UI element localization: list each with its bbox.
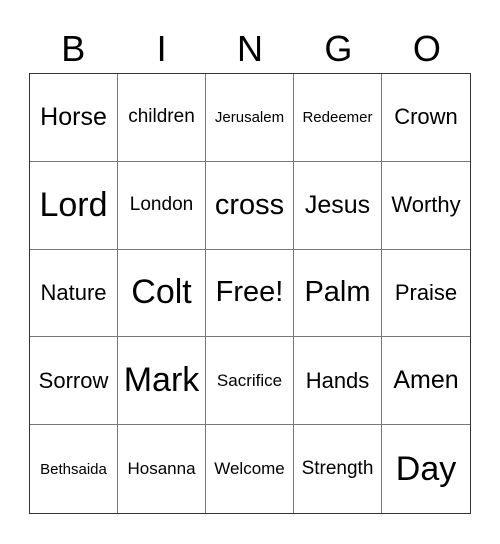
header-letter-g: G <box>324 28 353 69</box>
bingo-cell[interactable]: Crown <box>382 74 470 162</box>
bingo-header: B I N G O <box>29 26 471 72</box>
bingo-cell[interactable]: Lord <box>30 161 118 250</box>
bingo-cell[interactable]: Sorrow <box>30 337 118 426</box>
bingo-cell[interactable]: Day <box>382 425 470 513</box>
bingo-cell[interactable]: Horse <box>30 74 118 162</box>
bingo-cell[interactable]: Colt <box>118 249 206 338</box>
bingo-cell[interactable]: Free! <box>206 249 294 338</box>
bingo-cell[interactable]: cross <box>206 161 294 250</box>
bingo-cell[interactable]: Praise <box>382 250 470 338</box>
header-letter-o: O <box>412 28 441 69</box>
header-letter-i: I <box>156 28 167 69</box>
bingo-cell[interactable]: Nature <box>30 249 118 338</box>
bingo-cell[interactable]: Strength <box>294 425 382 513</box>
bingo-cell[interactable]: Sacrifice <box>206 337 294 426</box>
bingo-cell[interactable]: Jesus <box>294 161 382 250</box>
header-letter-b: B <box>61 28 86 69</box>
bingo-grid: Horse children Jerusalem Redeemer Crown Lord L… <box>29 73 471 514</box>
bingo-cell[interactable]: Jerusalem <box>206 74 294 162</box>
bingo-cell[interactable]: London <box>118 161 206 250</box>
bingo-cell[interactable]: Bethsaida <box>30 425 118 513</box>
bingo-cell[interactable]: Redeemer <box>294 74 382 162</box>
bingo-cell[interactable]: Palm <box>294 249 382 338</box>
bingo-cell[interactable]: Hosanna <box>118 425 206 513</box>
bingo-cell[interactable]: Mark <box>118 337 206 426</box>
bingo-cell[interactable]: Hands <box>294 337 382 426</box>
header-letter-n: N <box>237 28 264 69</box>
bingo-cell[interactable]: children <box>118 74 206 162</box>
bingo-cell[interactable]: Welcome <box>206 425 294 513</box>
bingo-cell[interactable]: Worthy <box>382 162 470 250</box>
bingo-cell[interactable]: Amen <box>382 337 470 426</box>
